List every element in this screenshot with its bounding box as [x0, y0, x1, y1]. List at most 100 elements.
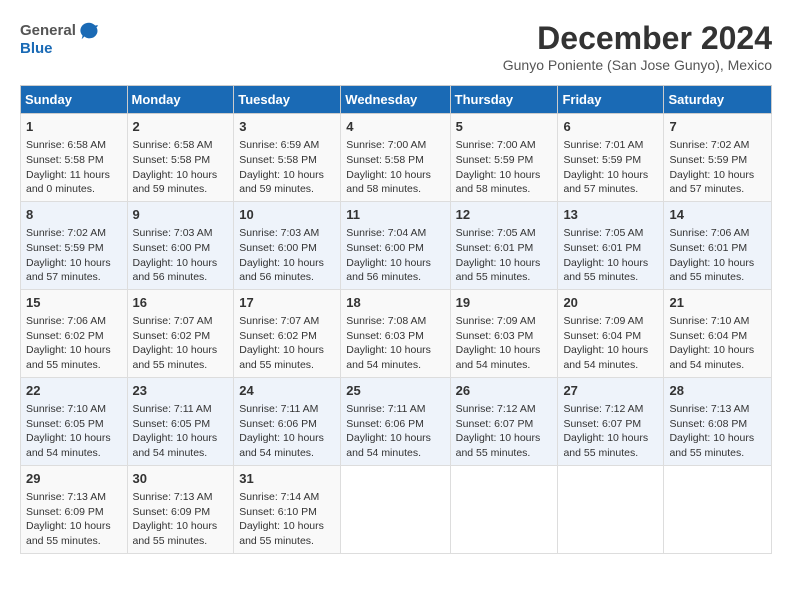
day-number: 30	[133, 470, 229, 488]
calendar-week-2: 8Sunrise: 7:02 AMSunset: 5:59 PMDaylight…	[21, 201, 772, 289]
daylight-text: Daylight: 10 hours and 55 minutes.	[133, 520, 218, 547]
sunset-text: Sunset: 6:03 PM	[456, 330, 534, 342]
location-title: Gunyo Poniente (San Jose Gunyo), Mexico	[503, 57, 772, 73]
sunset-text: Sunset: 5:58 PM	[239, 154, 317, 166]
sunrise-text: Sunrise: 7:08 AM	[346, 315, 426, 327]
sunrise-text: Sunrise: 7:03 AM	[239, 227, 319, 239]
day-number: 3	[239, 118, 335, 136]
sunrise-text: Sunrise: 7:00 AM	[456, 139, 536, 151]
sunrise-text: Sunrise: 7:11 AM	[239, 403, 318, 415]
sunrise-text: Sunrise: 7:13 AM	[26, 491, 106, 503]
day-number: 29	[26, 470, 122, 488]
daylight-text: Daylight: 10 hours and 54 minutes.	[346, 344, 431, 371]
calendar-cell: 9Sunrise: 7:03 AMSunset: 6:00 PMDaylight…	[127, 201, 234, 289]
daylight-text: Daylight: 10 hours and 56 minutes.	[239, 257, 324, 284]
sunrise-text: Sunrise: 7:05 AM	[563, 227, 643, 239]
day-number: 7	[669, 118, 766, 136]
day-number: 1	[26, 118, 122, 136]
sunset-text: Sunset: 5:59 PM	[669, 154, 747, 166]
day-number: 24	[239, 382, 335, 400]
sunset-text: Sunset: 5:58 PM	[133, 154, 211, 166]
calendar-cell: 27Sunrise: 7:12 AMSunset: 6:07 PMDayligh…	[558, 377, 664, 465]
daylight-text: Daylight: 10 hours and 57 minutes.	[669, 169, 754, 196]
day-number: 23	[133, 382, 229, 400]
day-number: 9	[133, 206, 229, 224]
header-day-tuesday: Tuesday	[234, 86, 341, 114]
calendar-week-3: 15Sunrise: 7:06 AMSunset: 6:02 PMDayligh…	[21, 289, 772, 377]
daylight-text: Daylight: 10 hours and 54 minutes.	[346, 432, 431, 459]
day-number: 11	[346, 206, 444, 224]
daylight-text: Daylight: 10 hours and 55 minutes.	[26, 520, 111, 547]
sunrise-text: Sunrise: 7:13 AM	[133, 491, 213, 503]
daylight-text: Daylight: 10 hours and 54 minutes.	[563, 344, 648, 371]
sunrise-text: Sunrise: 7:11 AM	[133, 403, 212, 415]
calendar-cell: 15Sunrise: 7:06 AMSunset: 6:02 PMDayligh…	[21, 289, 128, 377]
day-number: 26	[456, 382, 553, 400]
day-number: 25	[346, 382, 444, 400]
calendar-week-1: 1Sunrise: 6:58 AMSunset: 5:58 PMDaylight…	[21, 114, 772, 202]
sunrise-text: Sunrise: 7:13 AM	[669, 403, 749, 415]
sunrise-text: Sunrise: 7:12 AM	[563, 403, 643, 415]
daylight-text: Daylight: 10 hours and 56 minutes.	[133, 257, 218, 284]
daylight-text: Daylight: 10 hours and 54 minutes.	[669, 344, 754, 371]
sunset-text: Sunset: 6:10 PM	[239, 506, 317, 518]
calendar-cell: 14Sunrise: 7:06 AMSunset: 6:01 PMDayligh…	[664, 201, 772, 289]
daylight-text: Daylight: 10 hours and 55 minutes.	[456, 432, 541, 459]
calendar-week-5: 29 Sunrise: 7:13 AM Sunset: 6:09 PM Dayligh…	[21, 465, 772, 553]
sunset-text: Sunset: 6:04 PM	[563, 330, 641, 342]
sunrise-text: Sunrise: 7:05 AM	[456, 227, 536, 239]
calendar-cell: 11Sunrise: 7:04 AMSunset: 6:00 PMDayligh…	[341, 201, 450, 289]
day-number: 15	[26, 294, 122, 312]
daylight-text: Daylight: 10 hours and 58 minutes.	[346, 169, 431, 196]
sunrise-text: Sunrise: 7:09 AM	[563, 315, 643, 327]
day-number: 10	[239, 206, 335, 224]
sunrise-text: Sunrise: 7:09 AM	[456, 315, 536, 327]
sunset-text: Sunset: 5:58 PM	[26, 154, 104, 166]
calendar-cell: 7Sunrise: 7:02 AMSunset: 5:59 PMDaylight…	[664, 114, 772, 202]
day-number: 28	[669, 382, 766, 400]
daylight-text: Daylight: 10 hours and 59 minutes.	[133, 169, 218, 196]
sunset-text: Sunset: 6:01 PM	[563, 242, 641, 254]
daylight-text: Daylight: 10 hours and 56 minutes.	[346, 257, 431, 284]
header-day-thursday: Thursday	[450, 86, 558, 114]
sunset-text: Sunset: 6:00 PM	[346, 242, 424, 254]
calendar-cell: 20 Sunrise: 7:09 AM Sunset: 6:04 PM Dayligh…	[558, 289, 664, 377]
calendar-header-row: SundayMondayTuesdayWednesdayThursdayFrid…	[21, 86, 772, 114]
daylight-text: Daylight: 10 hours and 57 minutes.	[26, 257, 111, 284]
calendar-cell: 21Sunrise: 7:10 AMSunset: 6:04 PMDayligh…	[664, 289, 772, 377]
calendar-cell	[664, 465, 772, 553]
day-number: 13	[563, 206, 658, 224]
calendar-cell: 12Sunrise: 7:05 AMSunset: 6:01 PMDayligh…	[450, 201, 558, 289]
header-day-monday: Monday	[127, 86, 234, 114]
calendar-cell: 28Sunrise: 7:13 AMSunset: 6:08 PMDayligh…	[664, 377, 772, 465]
header-day-wednesday: Wednesday	[341, 86, 450, 114]
sunrise-text: Sunrise: 7:02 AM	[26, 227, 106, 239]
sunrise-text: Sunrise: 7:10 AM	[669, 315, 749, 327]
daylight-text: Daylight: 10 hours and 57 minutes.	[563, 169, 648, 196]
logo-bird-icon	[78, 20, 100, 42]
calendar-cell: 13 Sunrise: 7:05 AM Sunset: 6:01 PM Dayligh…	[558, 201, 664, 289]
calendar-cell: 17Sunrise: 7:07 AMSunset: 6:02 PMDayligh…	[234, 289, 341, 377]
sunrise-text: Sunrise: 7:10 AM	[26, 403, 106, 415]
day-number: 4	[346, 118, 444, 136]
daylight-text: Daylight: 10 hours and 55 minutes.	[563, 257, 648, 284]
sunrise-text: Sunrise: 7:07 AM	[133, 315, 213, 327]
calendar-cell: 18Sunrise: 7:08 AMSunset: 6:03 PMDayligh…	[341, 289, 450, 377]
calendar-cell: 22Sunrise: 7:10 AMSunset: 6:05 PMDayligh…	[21, 377, 128, 465]
day-number: 18	[346, 294, 444, 312]
day-number: 2	[133, 118, 229, 136]
daylight-text: Daylight: 11 hours and 0 minutes.	[26, 169, 110, 196]
daylight-text: Daylight: 10 hours and 55 minutes.	[456, 257, 541, 284]
sunrise-text: Sunrise: 7:01 AM	[563, 139, 643, 151]
calendar-cell: 19Sunrise: 7:09 AMSunset: 6:03 PMDayligh…	[450, 289, 558, 377]
sunset-text: Sunset: 6:02 PM	[239, 330, 317, 342]
daylight-text: Daylight: 10 hours and 55 minutes.	[563, 432, 648, 459]
sunset-text: Sunset: 6:09 PM	[26, 506, 104, 518]
daylight-text: Daylight: 10 hours and 54 minutes.	[456, 344, 541, 371]
calendar-cell: 26Sunrise: 7:12 AMSunset: 6:07 PMDayligh…	[450, 377, 558, 465]
sunrise-text: Sunrise: 7:06 AM	[669, 227, 749, 239]
calendar-cell: 31Sunrise: 7:14 AMSunset: 6:10 PMDayligh…	[234, 465, 341, 553]
day-number: 20	[563, 294, 658, 312]
calendar-cell: 2Sunrise: 6:58 AMSunset: 5:58 PMDaylight…	[127, 114, 234, 202]
daylight-text: Daylight: 10 hours and 59 minutes.	[239, 169, 324, 196]
